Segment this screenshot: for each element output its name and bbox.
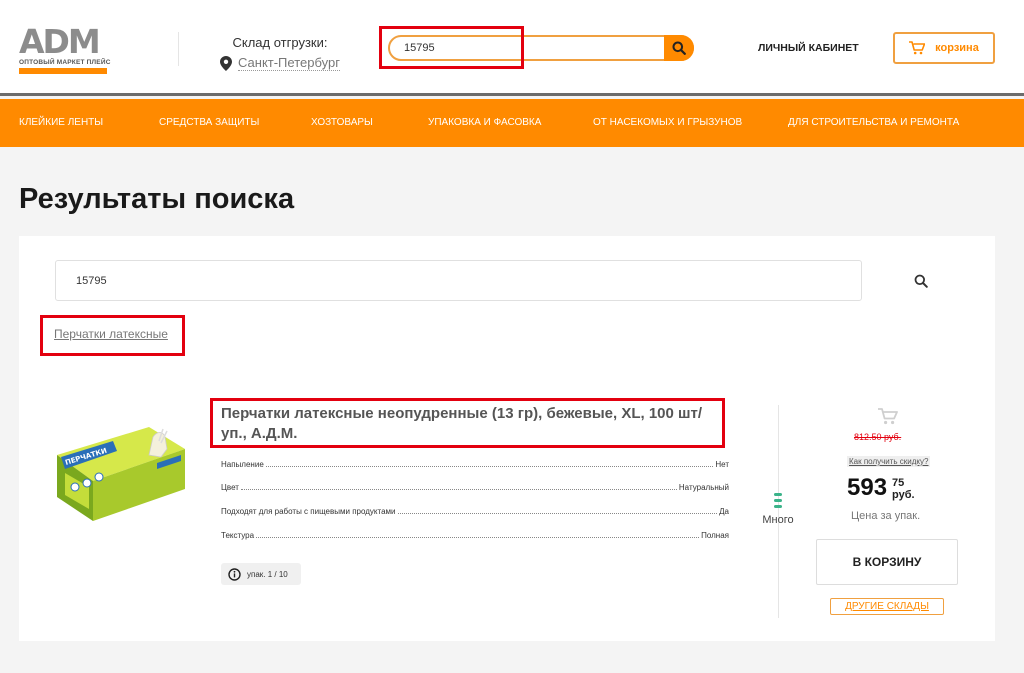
nav-item-construction[interactable]: ДЛЯ СТРОИТЕЛЬСТВА И РЕМОНТА xyxy=(788,117,959,128)
header-divider xyxy=(178,32,179,66)
stock-text: Много xyxy=(762,514,794,526)
stock-level-icon xyxy=(774,493,782,508)
spec-row: Подходят для работы с пищевыми продуктам… xyxy=(221,507,729,516)
logo-bar xyxy=(19,68,107,74)
pack-text: упак. 1 / 10 xyxy=(247,569,288,579)
nav-item-household[interactable]: ХОЗТОВАРЫ xyxy=(311,117,373,128)
price-main: 593 xyxy=(847,474,888,501)
highlight-box-search xyxy=(379,26,524,69)
category-nav: КЛЕЙКИЕ ЛЕНТЫ СРЕДСТВА ЗАЩИТЫ ХОЗТОВАРЫ … xyxy=(0,99,1024,147)
results-search-input[interactable]: 15795 xyxy=(76,275,107,287)
spec-row: Текстура Полная xyxy=(221,531,729,540)
add-to-cart-button[interactable]: В КОРЗИНУ xyxy=(816,539,958,585)
price-cents: 75 xyxy=(892,477,905,489)
spec-value: Да xyxy=(719,507,729,516)
logo-mark: ADM xyxy=(19,22,101,61)
cart-icon xyxy=(909,41,926,55)
header-search-button[interactable] xyxy=(664,35,694,61)
spec-row: Цвет Натуральный xyxy=(221,483,729,492)
spec-dots xyxy=(397,513,718,514)
search-icon xyxy=(672,41,686,55)
spec-dots xyxy=(256,537,700,538)
price-currency: руб. xyxy=(892,489,915,501)
site-header: ADM ОПТОВЫЙ МАРКЕТ ПЛЕЙС Склад отгрузки:… xyxy=(0,0,1024,96)
old-price: 812.50 руб. xyxy=(854,432,902,442)
personal-account-link[interactable]: ЛИЧНЫЙ КАБИНЕТ xyxy=(758,42,859,54)
spec-name: Цвет xyxy=(221,483,239,492)
spec-dots xyxy=(265,466,714,467)
location-pin-icon xyxy=(220,55,232,71)
spec-value: Натуральный xyxy=(678,483,729,492)
spec-name: Текстура xyxy=(221,531,255,540)
discount-info-link[interactable]: Как получить скидку? xyxy=(847,456,931,467)
highlight-box-product-title xyxy=(210,398,725,448)
nav-item-protection[interactable]: СРЕДСТВА ЗАЩИТЫ xyxy=(159,117,259,128)
spec-dots xyxy=(240,489,677,490)
info-icon[interactable] xyxy=(228,567,241,581)
search-results-panel: 15795 Перчатки латексные ПЕРЧАТКИ Перчат… xyxy=(19,236,995,641)
spec-name: Подходят для работы с пищевыми продуктам… xyxy=(221,507,396,516)
results-search-icon[interactable] xyxy=(914,274,928,288)
price-unit: Цена за упак. xyxy=(851,510,921,522)
page-title: Результаты поиска xyxy=(19,183,295,215)
spec-value: Нет xyxy=(715,460,729,469)
cart-button[interactable]: корзина xyxy=(893,32,995,64)
cart-label: корзина xyxy=(935,42,979,54)
warehouse-city-link[interactable]: Санкт-Петербург xyxy=(238,55,340,71)
highlight-box-suggestion xyxy=(40,315,185,356)
other-warehouses-button[interactable]: ДРУГИЕ СКЛАДЫ xyxy=(830,598,944,615)
stock-indicator: Много xyxy=(760,493,796,526)
warehouse-selector: Склад отгрузки: Санкт-Петербург xyxy=(220,35,340,71)
spec-row: Напыление Нет xyxy=(221,460,729,469)
logo-subtitle: ОПТОВЫЙ МАРКЕТ ПЛЕЙС xyxy=(19,59,111,66)
nav-item-tapes[interactable]: КЛЕЙКИЕ ЛЕНТЫ xyxy=(19,117,103,128)
warehouse-label: Склад отгрузки: xyxy=(232,35,328,50)
spec-value: Полная xyxy=(701,531,729,540)
nav-item-pest-control[interactable]: ОТ НАСЕКОМЫХ И ГРЫЗУНОВ xyxy=(593,117,742,128)
cart-status-icon xyxy=(878,408,898,425)
current-price: 593 75 руб. xyxy=(847,474,915,502)
results-search-field[interactable]: 15795 xyxy=(55,260,862,301)
product-image[interactable]: ПЕРЧАТКИ xyxy=(53,417,189,527)
pack-badge: упак. 1 / 10 xyxy=(221,563,301,585)
spec-name: Напыление xyxy=(221,460,264,469)
site-logo[interactable]: ADM ОПТОВЫЙ МАРКЕТ ПЛЕЙС xyxy=(19,22,111,79)
nav-item-packaging[interactable]: УПАКОВКА И ФАСОВКА xyxy=(428,117,541,128)
